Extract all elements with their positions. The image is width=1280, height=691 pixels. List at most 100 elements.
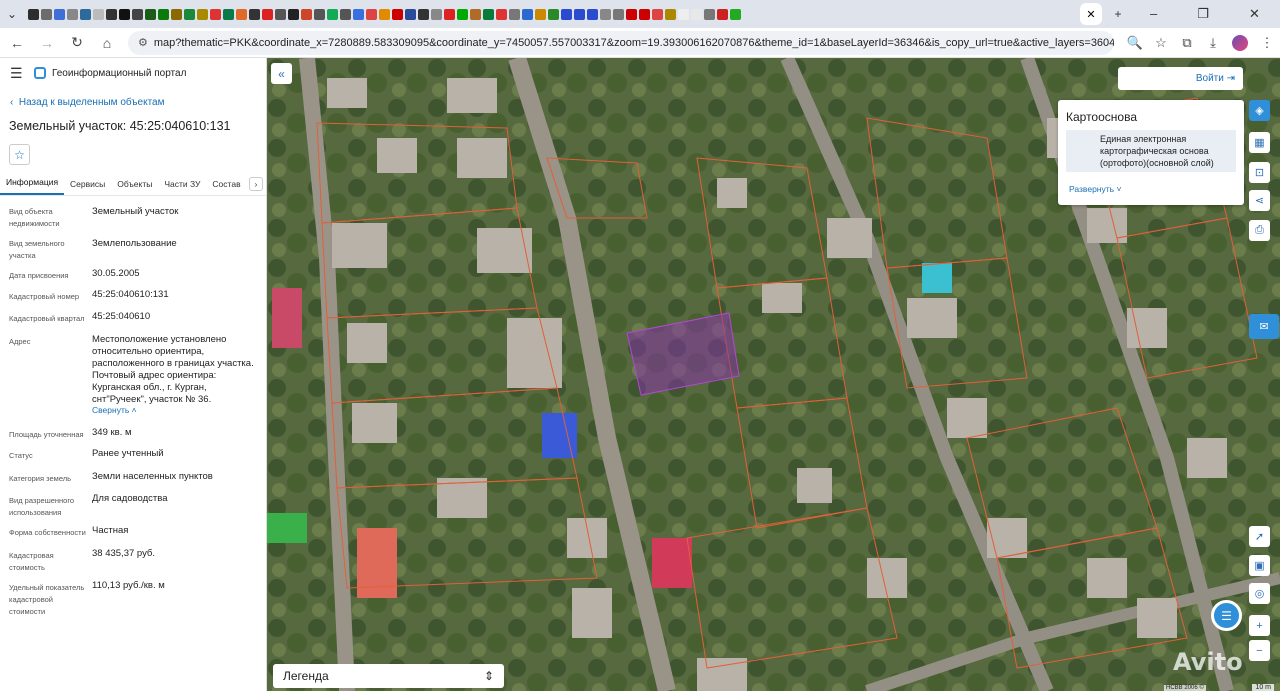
tab-favicon[interactable] <box>210 8 221 20</box>
close-tab-icon[interactable]: ✕ <box>1086 8 1095 21</box>
layers-icon[interactable]: ◈ <box>1249 100 1270 121</box>
feedback-icon[interactable]: ✉ <box>1249 314 1279 339</box>
tab-favicon[interactable] <box>145 8 156 20</box>
chevron-right-icon[interactable]: › <box>249 177 263 191</box>
zoom-out-icon[interactable]: − <box>1249 640 1270 661</box>
tab-favicon[interactable] <box>470 8 481 20</box>
tab-favicon[interactable] <box>678 8 689 20</box>
url-text[interactable]: map?thematic=PKK&coordinate_x=7280889.58… <box>154 37 1114 49</box>
tab-favicon[interactable] <box>249 8 260 20</box>
locate-icon[interactable]: ➚ <box>1249 526 1270 547</box>
legend-dropdown[interactable]: Легенда ⇕ <box>273 664 504 688</box>
tab-favicon[interactable] <box>613 8 624 20</box>
identify-icon[interactable]: ⊡ <box>1249 162 1270 183</box>
login-button[interactable]: Войти ⇥ <box>1118 67 1243 90</box>
tab-favicon[interactable] <box>418 8 429 20</box>
tab-favicon[interactable] <box>496 8 507 20</box>
tab-favicon[interactable] <box>626 8 637 20</box>
site-info-icon[interactable]: ⚙ <box>138 36 148 49</box>
tab-favicon[interactable] <box>704 8 715 20</box>
tab-favicon[interactable] <box>197 8 208 20</box>
tab-favicon[interactable] <box>158 8 169 20</box>
tab-favicon[interactable] <box>717 8 728 20</box>
tab-favicon[interactable] <box>80 8 91 20</box>
tab-favicon[interactable] <box>431 8 442 20</box>
zoom-icon[interactable]: 🔍 <box>1122 30 1148 56</box>
home-icon[interactable]: ⌂ <box>94 30 120 56</box>
tab-favicon[interactable] <box>483 8 494 20</box>
print-icon[interactable]: ⎙ <box>1249 220 1270 241</box>
menu-icon[interactable]: ⋮ <box>1254 30 1280 56</box>
tab-favicon[interactable] <box>392 8 403 20</box>
tab-favicon[interactable] <box>54 8 65 20</box>
tab-favicon[interactable] <box>184 8 195 20</box>
tab-favicon[interactable] <box>262 8 273 20</box>
tab-favicon[interactable] <box>288 8 299 20</box>
extensions-icon[interactable]: ⧉ <box>1174 30 1200 56</box>
tab-favicon[interactable] <box>574 8 585 20</box>
tab-favicon[interactable] <box>509 8 520 20</box>
favorite-star-icon[interactable]: ☆ <box>9 144 30 165</box>
tab-parts[interactable]: Части ЗУ <box>158 179 206 195</box>
tab-favicon[interactable] <box>132 8 143 20</box>
tab-objects[interactable]: Объекты <box>111 179 158 195</box>
tab-favicon[interactable] <box>522 8 533 20</box>
tab-favicon[interactable] <box>353 8 364 20</box>
hamburger-menu-icon[interactable]: ☰ <box>10 65 28 82</box>
tab-favicon[interactable] <box>106 8 117 20</box>
tab-favicon[interactable] <box>41 8 52 20</box>
tab-favicon[interactable] <box>652 8 663 20</box>
active-tab[interactable]: ✕ <box>1080 3 1102 25</box>
search-place-icon[interactable]: ◎ <box>1249 583 1270 604</box>
collapse-address-link[interactable]: Свернуть ˄ <box>92 404 262 416</box>
tab-favicon[interactable] <box>587 8 598 20</box>
forward-icon[interactable]: → <box>34 30 60 56</box>
tab-favicon[interactable] <box>444 8 455 20</box>
tab-favicon[interactable] <box>366 8 377 20</box>
tab-favicon[interactable] <box>665 8 676 20</box>
back-icon[interactable]: ← <box>4 30 30 56</box>
expand-link[interactable]: Развернуть ˅ <box>1058 172 1244 194</box>
tab-favicon[interactable] <box>548 8 559 20</box>
basemap-icon[interactable]: ▦ <box>1249 132 1270 153</box>
profile-avatar[interactable] <box>1232 34 1248 51</box>
chat-icon[interactable]: ☰ <box>1211 600 1242 631</box>
tab-composition[interactable]: Состав <box>206 179 246 195</box>
tab-favicon[interactable] <box>327 8 338 20</box>
tab-favicon[interactable] <box>28 8 39 20</box>
tab-info[interactable]: Информация <box>0 177 65 195</box>
tab-favicon[interactable] <box>314 8 325 20</box>
basemap-layer-item[interactable]: Единая электронная картографическая осно… <box>1066 130 1236 172</box>
back-link-label[interactable]: Назад к выделенным объектам <box>19 97 165 108</box>
tab-favicon[interactable] <box>67 8 78 20</box>
tab-favicon[interactable] <box>600 8 611 20</box>
map-view[interactable]: « Войти ⇥ Картооснова Единая электронная… <box>267 58 1280 691</box>
tab-favicon[interactable] <box>171 8 182 20</box>
restore-icon[interactable]: ❐ <box>1197 6 1209 22</box>
tab-favicon[interactable] <box>379 8 390 20</box>
tab-favicon[interactable] <box>236 8 247 20</box>
new-tab-icon[interactable]: + <box>1106 2 1130 26</box>
tab-favicon[interactable] <box>535 8 546 20</box>
tab-favicon[interactable] <box>639 8 650 20</box>
back-to-selected-link[interactable]: ‹ Назад к выделенным объектам <box>0 88 266 116</box>
tab-favicon[interactable] <box>340 8 351 20</box>
zoom-in-icon[interactable]: + <box>1249 615 1270 636</box>
tab-favicon[interactable] <box>119 8 130 20</box>
share-icon[interactable]: ⋖ <box>1249 190 1270 211</box>
tab-favicon[interactable] <box>93 8 104 20</box>
tab-favicon[interactable] <box>223 8 234 20</box>
tab-list-icon[interactable]: ⌄ <box>0 2 24 26</box>
tab-favicon[interactable] <box>561 8 572 20</box>
address-bar[interactable]: ⚙ map?thematic=PKK&coordinate_x=7280889.… <box>128 30 1114 55</box>
close-window-icon[interactable]: ✕ <box>1249 6 1260 22</box>
bookmark-star-icon[interactable]: ☆ <box>1148 30 1174 56</box>
tab-favicon[interactable] <box>730 8 741 20</box>
collapse-panel-icon[interactable]: « <box>271 63 292 84</box>
minimize-icon[interactable]: – <box>1150 6 1157 22</box>
tab-favicon[interactable] <box>691 8 702 20</box>
tab-favicon[interactable] <box>457 8 468 20</box>
minimap-icon[interactable]: ▣ <box>1249 555 1270 576</box>
tab-favicon[interactable] <box>405 8 416 20</box>
tab-favicon[interactable] <box>275 8 286 20</box>
